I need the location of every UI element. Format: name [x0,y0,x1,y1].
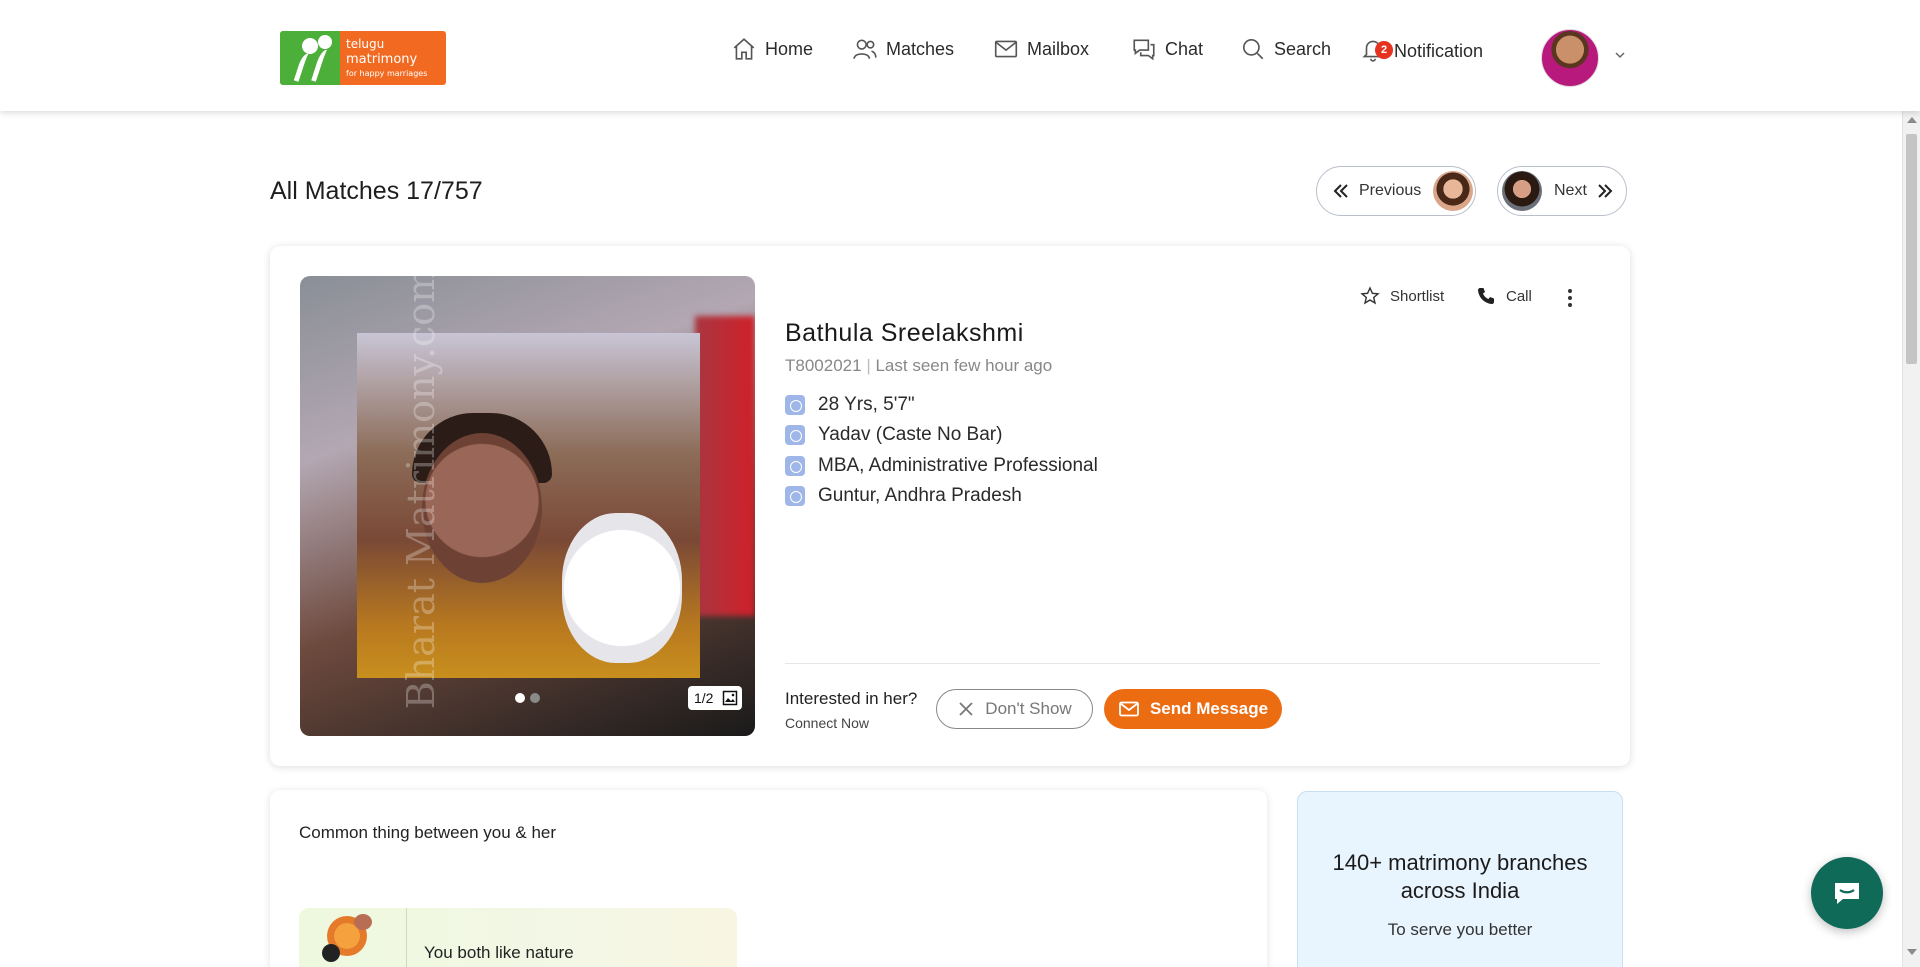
mailbox-icon [994,40,1018,58]
shortlist-label: Shortlist [1390,287,1445,305]
interested-question: Interested in her? [785,689,918,708]
promo-title: 140+ matrimony branches across India [1332,850,1588,903]
age-icon [785,395,805,415]
nav-search[interactable]: Search [1240,36,1331,62]
next-label: Next [1554,182,1587,199]
profile-id-line: T8002021 | Last seen few hour ago [785,356,1052,376]
slide-dot-active[interactable] [515,693,525,703]
double-chevron-right-icon [1598,184,1613,198]
mail-icon [1119,701,1139,717]
gallery-icon [722,690,738,706]
logo-tagline: for happy marriages [346,69,428,78]
common-things-card: Common thing between you & her You both … [270,790,1267,967]
nav-chat[interactable]: Chat [1131,36,1203,62]
nav-chat-label: Chat [1165,38,1204,59]
education-row: MBA, Administrative Professional [785,455,1098,477]
photo-counter-text: 1/2 [694,690,714,706]
nav-notification[interactable]: 2 Notification [1360,36,1483,67]
scroll-down-arrow-icon[interactable] [1907,949,1917,955]
profile-name: Bathula Sreelakshmi [785,319,1024,347]
more-options-icon[interactable] [1568,288,1572,308]
page-title: All Matches 17/757 [270,177,483,205]
briefcase-icon [785,456,805,476]
education-profession: MBA, Administrative Professional [818,455,1098,476]
id-separator: | [866,356,871,375]
scroll-up-arrow-icon[interactable] [1907,117,1917,123]
previous-profile-thumbnail [1433,171,1474,211]
nav-search-label: Search [1274,38,1332,59]
common-item: You both like nature [299,908,737,967]
notification-badge: 2 [1375,41,1393,59]
branches-promo-card[interactable]: 140+ matrimony branches across India To … [1297,791,1623,967]
double-chevron-left-icon [1333,184,1348,198]
phone-icon [1478,288,1494,304]
photo-slide-dots[interactable] [515,693,540,703]
film-reel-icon [322,944,340,962]
last-seen: Last seen few hour ago [875,356,1053,375]
photo-watermark: Bharat Matrimony.com [399,276,444,710]
shortlist-button[interactable]: Shortlist [1360,286,1444,306]
location-pin-icon [785,486,805,506]
dont-show-label: Don't Show [985,699,1072,718]
nav-matches-label: Matches [886,38,955,59]
photo-counter[interactable]: 1/2 [688,686,742,710]
next-profile-button[interactable]: Next [1497,166,1627,216]
matches-icon [853,39,877,59]
chevron-down-icon[interactable] [1614,49,1626,61]
promo-subtitle: To serve you better [1387,920,1533,939]
nav-mailbox-label: Mailbox [1027,38,1090,59]
card-divider [785,663,1600,664]
previous-profile-button[interactable]: Previous [1316,166,1476,216]
chat-icon [1133,39,1155,61]
photo-blur-background [695,316,755,616]
age-height: 28 Yrs, 5'7" [818,394,915,415]
community-icon [785,425,805,445]
notification-bell-wrap: 2 [1360,36,1394,67]
call-button[interactable]: Call [1476,286,1532,306]
logo-figure-icon [302,38,318,54]
close-icon [959,702,973,716]
slide-dot[interactable] [530,693,540,703]
nav-matches[interactable]: Matches [852,36,954,62]
chat-bubble-icon [1835,883,1859,904]
next-profile-thumbnail [1502,171,1542,211]
star-icon [1360,286,1380,305]
scrollbar-thumb[interactable] [1906,134,1917,364]
search-icon [1242,38,1264,60]
nav-notification-label: Notification [1394,41,1484,61]
age-height-row: 28 Yrs, 5'7" [785,394,915,416]
previous-label: Previous [1359,182,1422,199]
profile-photo[interactable]: Bharat Matrimony.com 1/2 [300,276,755,736]
caste: Yadav (Caste No Bar) [818,424,1003,445]
logo-line2: matrimony [346,52,418,67]
profile-card: Bharat Matrimony.com 1/2 Bathula Sreelak… [270,246,1630,766]
logo-figure-icon [318,35,332,49]
nav-home-label: Home [765,38,814,59]
telugu-matrimony-logo[interactable]: telugu matrimony for happy marriages [280,31,446,85]
top-header: telugu matrimony for happy marriages Hom… [0,0,1920,111]
send-message-button[interactable]: Send Message [1104,689,1282,729]
common-things-title: Common thing between you & her [299,823,557,842]
nav-mailbox[interactable]: Mailbox [993,36,1089,62]
location-row: Guntur, Andhra Pradesh [785,485,1022,507]
send-message-label: Send Message [1149,699,1269,718]
home-icon [733,38,755,60]
profile-id: T8002021 [785,356,862,375]
common-item-text: You both like nature [424,943,574,962]
dont-show-button[interactable]: Don't Show [936,689,1093,729]
location: Guntur, Andhra Pradesh [818,485,1022,506]
hobbies-icon [299,908,407,967]
caste-row: Yadav (Caste No Bar) [785,424,1002,446]
page-scrollbar[interactable] [1902,111,1920,967]
connect-now-text: Connect Now [785,715,870,731]
user-avatar[interactable] [1541,29,1599,87]
call-label: Call [1506,287,1532,305]
nav-home[interactable]: Home [731,36,813,62]
palette-icon [354,914,372,930]
live-chat-button[interactable] [1811,857,1883,929]
logo-line1: telugu [346,37,385,51]
photo-cat-shape [562,513,682,663]
